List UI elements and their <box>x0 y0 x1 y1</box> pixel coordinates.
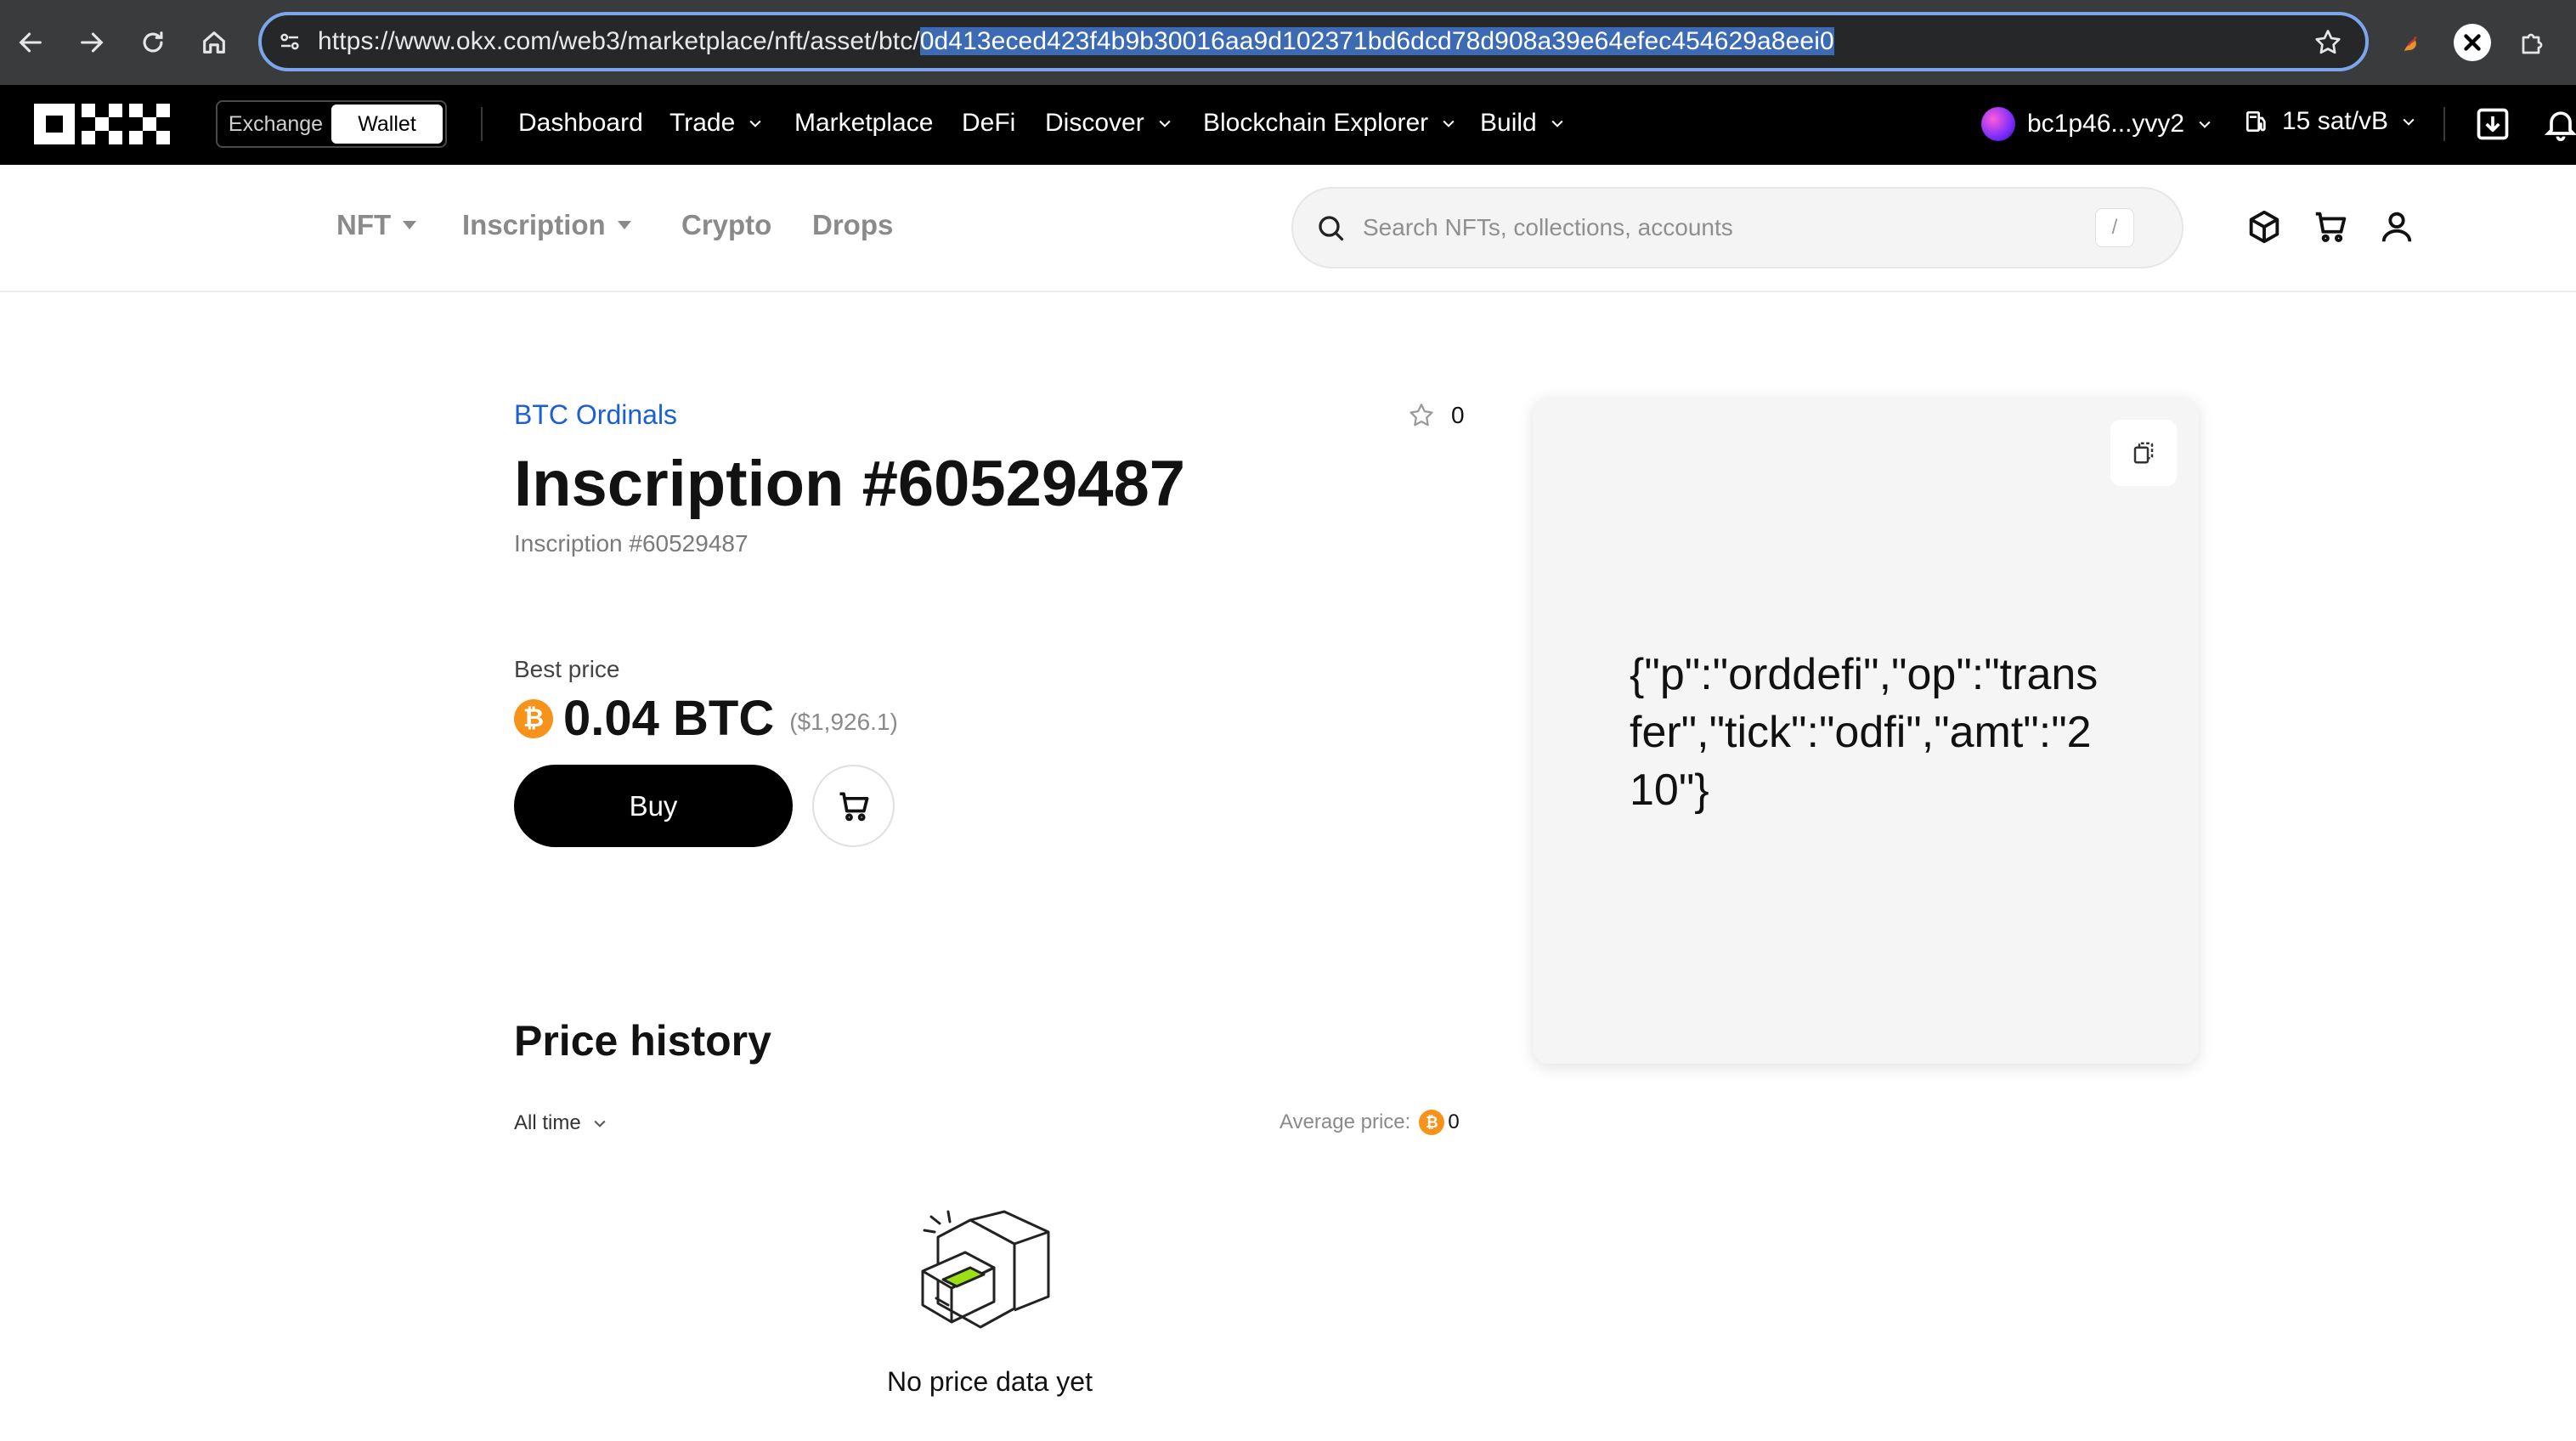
subnav-inscription[interactable]: Inscription <box>462 209 631 241</box>
time-range-select[interactable]: All time <box>514 1111 608 1135</box>
extension-icon[interactable] <box>2394 24 2432 61</box>
favorite-star-icon <box>1409 404 1433 427</box>
notification-bell-icon[interactable] <box>2542 105 2576 147</box>
nav-discover-label: Discover <box>1045 109 1144 137</box>
download-icon[interactable] <box>2474 105 2511 147</box>
subnav-nft[interactable]: NFT <box>336 209 417 241</box>
chevron-down-icon <box>1159 120 1171 127</box>
wallet-tab[interactable]: Wallet <box>331 105 443 144</box>
buy-button[interactable]: Buy <box>514 765 793 847</box>
back-icon[interactable] <box>7 19 54 66</box>
best-price-label: Best price <box>514 656 620 682</box>
forward-icon[interactable] <box>68 19 116 66</box>
fee-value: 15 sat/vB <box>2282 107 2389 135</box>
favorite-count: 0 <box>1451 402 1465 428</box>
extensions-puzzle-icon[interactable] <box>2515 24 2552 61</box>
okx-logo[interactable] <box>34 104 170 149</box>
caret-down-icon <box>403 221 417 229</box>
copy-icon <box>2133 442 2154 464</box>
inscription-preview-card: {"p":"orddefi","op":"transfer","tick":"o… <box>1533 398 2199 1064</box>
nav-dashboard-label: Dashboard <box>518 109 643 137</box>
btc-coin-icon: ₿ <box>514 698 553 738</box>
url-selected: 0d413eced423f4b9b30016aa9d102371bd6dcd78… <box>919 27 1834 55</box>
empty-drawer-illustration <box>919 1210 1060 1338</box>
nav-dashboard[interactable]: Dashboard <box>518 109 643 138</box>
average-price-label: Average price: <box>1280 1110 1411 1133</box>
price-history-title: Price history <box>514 1017 771 1065</box>
best-price: ₿ 0.04 BTC ($1,926.1) <box>514 690 898 747</box>
chevron-down-icon <box>1443 120 1455 127</box>
account-address: bc1p46...yvy2 <box>2027 110 2185 138</box>
page-title: Inscription #60529487 <box>514 448 1185 520</box>
nav-defi-label: DeFi <box>962 109 1016 137</box>
nav-marketplace-label: Marketplace <box>794 109 934 137</box>
subnav-drops[interactable]: Drops <box>812 209 893 241</box>
nav-divider <box>481 107 483 141</box>
subnav-drops-label: Drops <box>812 209 894 240</box>
account-avatar <box>1981 107 2015 141</box>
search-input[interactable] <box>1361 213 2095 242</box>
nav-build[interactable]: Build <box>1480 109 1566 138</box>
fee-selector[interactable]: 15 sat/vB <box>2243 107 2417 136</box>
average-price-value: 0 <box>1448 1110 1460 1133</box>
subnav-crypto[interactable]: Crypto <box>681 209 771 241</box>
caret-down-icon <box>617 221 631 229</box>
asset-subtitle: Inscription #60529487 <box>514 530 749 557</box>
add-to-cart-button[interactable] <box>812 765 895 847</box>
price-value: 0.04 BTC <box>563 691 775 746</box>
bookmark-star-icon[interactable] <box>2313 27 2343 58</box>
average-price: Average price: ₿ 0 <box>1280 1110 1460 1135</box>
nav-blockchain-explorer[interactable]: Blockchain Explorer <box>1203 109 1457 138</box>
user-icon[interactable] <box>2377 207 2416 251</box>
chevron-down-icon <box>594 1120 606 1127</box>
search-icon <box>1315 212 1346 243</box>
cart-icon[interactable] <box>2311 207 2350 251</box>
browser-toolbar: https://www.okx.com/web3/marketplace/nft… <box>0 0 2576 85</box>
url-text: https://www.okx.com/web3/marketplace/nft… <box>318 27 1834 55</box>
nav-blockchain-explorer-label: Blockchain Explorer <box>1203 109 1429 137</box>
time-range-label: All time <box>514 1111 581 1134</box>
search-box[interactable]: / <box>1291 187 2183 268</box>
nav-build-label: Build <box>1480 109 1537 137</box>
nav-trade-label: Trade <box>669 109 736 137</box>
okx-extension-icon[interactable] <box>2454 24 2491 61</box>
site-settings-icon[interactable] <box>277 29 302 54</box>
nav-marketplace[interactable]: Marketplace <box>794 109 933 138</box>
chevron-down-icon <box>2199 121 2211 128</box>
address-bar[interactable]: https://www.okx.com/web3/marketplace/nft… <box>258 12 2369 71</box>
account-selector[interactable]: bc1p46...yvy2 <box>1981 107 2213 141</box>
search-shortcut-key: / <box>2095 208 2134 247</box>
chevron-down-icon <box>749 120 761 127</box>
nav-defi[interactable]: DeFi <box>962 109 1015 138</box>
subnav-inscription-label: Inscription <box>462 209 606 240</box>
copy-button[interactable] <box>2110 420 2177 486</box>
cube-icon[interactable] <box>2245 207 2284 251</box>
reload-icon[interactable] <box>129 19 177 66</box>
favorite-control[interactable]: 0 <box>1407 401 1465 430</box>
home-icon[interactable] <box>190 19 238 66</box>
inscription-content: {"p":"orddefi","op":"transfer","tick":"o… <box>1630 650 2099 815</box>
price-usd: ($1,926.1) <box>789 708 898 735</box>
cart-icon <box>839 792 868 821</box>
chevron-down-icon <box>1551 120 1563 127</box>
collection-link[interactable]: BTC Ordinals <box>514 399 677 431</box>
exchange-wallet-toggle[interactable]: Exchange Wallet <box>216 100 447 148</box>
subnav-nft-label: NFT <box>336 209 392 240</box>
empty-state-text: No price data yet <box>887 1366 1093 1397</box>
nav-divider <box>2443 107 2445 141</box>
nav-trade[interactable]: Trade <box>669 109 764 138</box>
nav-discover[interactable]: Discover <box>1045 109 1173 138</box>
subnav-crypto-label: Crypto <box>681 209 772 240</box>
btc-coin-icon: ₿ <box>1419 1110 1445 1135</box>
gas-pump-icon <box>2246 111 2266 132</box>
exchange-tab[interactable]: Exchange <box>220 105 331 144</box>
chevron-down-icon <box>2403 118 2415 126</box>
